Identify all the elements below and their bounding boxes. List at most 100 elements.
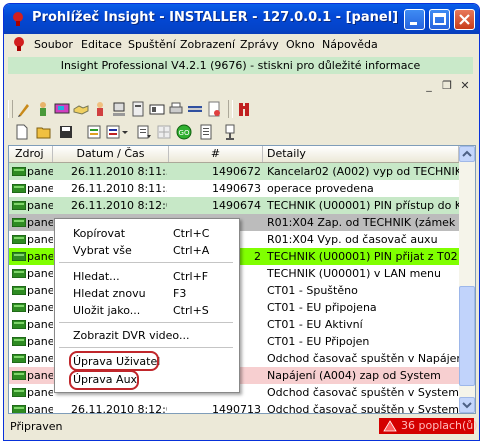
- menu-bar: Soubor Editace Spuštění Zobrazení Zprávy…: [4, 34, 479, 55]
- user-icon[interactable]: [35, 101, 51, 117]
- list-green-icon[interactable]: [86, 124, 102, 140]
- table-header: Zdroj Datum / Čas # Detaily: [9, 146, 459, 163]
- maximize-icon: [433, 13, 446, 25]
- cell-source: pane: [27, 267, 53, 280]
- cell-source: pane: [27, 386, 53, 399]
- page-icon[interactable]: [198, 124, 214, 140]
- panel-icon: [12, 235, 26, 244]
- info-bar[interactable]: Insight Professional V4.2.1 (9676) - sti…: [8, 57, 473, 74]
- cell-source: pane: [27, 318, 53, 331]
- cell-details: TECHNIK (U00001) v LAN menu: [267, 267, 441, 280]
- status-bar: Připraven 36 poplach(ů): [4, 416, 479, 436]
- cell-source: pane: [27, 352, 53, 365]
- scroll-up-button[interactable]: [459, 146, 475, 162]
- pen-icon[interactable]: [16, 101, 32, 117]
- close-button[interactable]: [454, 9, 475, 30]
- gate-icon[interactable]: [237, 101, 253, 117]
- printer-icon[interactable]: [168, 101, 184, 117]
- menu-spusteni[interactable]: Spuštění: [128, 38, 176, 51]
- cell-source: pane: [27, 301, 53, 314]
- chevron-down-icon: [462, 402, 472, 409]
- grid-gray-icon[interactable]: [156, 124, 172, 140]
- cell-source: pane: [27, 335, 53, 348]
- cell-source: pane: [27, 284, 53, 297]
- toolbar-main: [8, 97, 298, 121]
- cell-details: R01:X04 Vyp. od časovač auxu: [267, 233, 438, 246]
- cell-details: CT01 - EU Aktivní: [267, 318, 363, 331]
- ctx-select-all[interactable]: Vybrat vše: [73, 244, 132, 257]
- panel-icon: [12, 184, 26, 193]
- computer-icon[interactable]: [111, 101, 127, 117]
- document-icon[interactable]: [206, 101, 222, 117]
- monitor-icon[interactable]: [54, 101, 70, 117]
- scroll-thumb[interactable]: [459, 286, 475, 386]
- ctx-save-as[interactable]: Uložit jako...: [73, 304, 140, 317]
- menu-zobrazeni[interactable]: Zobrazení: [180, 38, 235, 51]
- ctx-save-as-shortcut: Ctrl+S: [173, 304, 209, 317]
- svg-text:GO: GO: [179, 129, 190, 137]
- menu-app-icon[interactable]: [12, 37, 26, 51]
- panel-icon: [12, 167, 26, 176]
- ctx-show-dvr[interactable]: Zobrazit DVR video...: [73, 329, 189, 342]
- menu-editace[interactable]: Editace: [81, 38, 122, 51]
- printer-door-icon[interactable]: [130, 101, 146, 117]
- cell-number: 1490674: [212, 199, 261, 212]
- panel-icon: [12, 388, 26, 397]
- cell-details: Kancelar02 (A002) vyp od TECHNIK: [267, 165, 459, 178]
- col-number[interactable]: #: [169, 146, 263, 162]
- cell-details: Odchod časovač spuštěn v System (A00: [267, 386, 459, 399]
- title-bar[interactable]: Prohlížeč Insight - INSTALLER - 127.0.0.…: [4, 4, 479, 34]
- list-dropdown-icon[interactable]: [106, 124, 130, 140]
- panel-icon: [12, 320, 26, 329]
- toolbar-grip[interactable]: [8, 100, 13, 118]
- restore-child-icon[interactable]: ❐: [439, 79, 455, 93]
- cell-details: TECHNIK (U00001) PIN přístup do Kanc0: [267, 199, 459, 212]
- alarm-indicator[interactable]: 36 poplach(ů): [379, 418, 478, 434]
- new-file-icon[interactable]: [14, 124, 30, 140]
- panel-icon: [12, 218, 26, 227]
- open-folder-icon[interactable]: [36, 124, 52, 140]
- toolbar-separator: [228, 100, 233, 118]
- scroll-down-button[interactable]: [459, 397, 475, 413]
- table-row[interactable]: panel 26.11.2010 8:11:59 1490673 operace pr…: [9, 180, 459, 197]
- id-card-icon[interactable]: [149, 101, 165, 117]
- menu-soubor[interactable]: Soubor: [34, 38, 73, 51]
- highlight-edit-user: [69, 351, 159, 371]
- cell-details: CT01 - EU připojena: [267, 301, 377, 314]
- go-icon[interactable]: GO: [176, 124, 192, 140]
- table-row[interactable]: panel 26.11.2010 8:12:03 1490674 TECHNIK (U…: [9, 197, 459, 214]
- close-child-icon[interactable]: ✕: [457, 79, 473, 93]
- ctx-find-again-shortcut: F3: [173, 287, 187, 300]
- save-icon[interactable]: [58, 124, 74, 140]
- maximize-button[interactable]: [429, 9, 450, 30]
- menu-napoveda[interactable]: Nápověda: [322, 38, 378, 51]
- minimize-child-icon[interactable]: _: [421, 79, 437, 93]
- cell-datetime: 26.11.2010 8:12:05: [71, 403, 167, 414]
- context-menu: Kopírovat Ctrl+C Vybrat vše Ctrl+A Hleda…: [54, 218, 240, 393]
- ctx-separator: [59, 347, 233, 348]
- minimize-button[interactable]: [404, 9, 425, 30]
- col-zdroj[interactable]: Zdroj: [9, 146, 53, 162]
- cell-source: pane: [27, 369, 53, 382]
- info-text: Insight Professional V4.2.1 (9676) - sti…: [60, 59, 421, 72]
- ctx-find-again[interactable]: Hledat znovu: [73, 287, 146, 300]
- cell-source: pane: [27, 216, 53, 229]
- cell-details: Odchod časovač spuštěn v System (A00: [267, 403, 459, 414]
- menu-okno[interactable]: Okno: [286, 38, 315, 51]
- vertical-scrollbar[interactable]: [459, 146, 475, 413]
- handshake-icon[interactable]: [73, 101, 89, 117]
- col-detaily[interactable]: Detaily: [263, 146, 459, 162]
- table-row[interactable]: panel 26.11.2010 8:11:59 1490672 Kancelar02…: [9, 163, 459, 180]
- menu-zpravy[interactable]: Zprávy: [240, 38, 279, 51]
- col-datum[interactable]: Datum / Čas: [53, 146, 169, 162]
- cell-source: pane: [27, 233, 53, 246]
- person-key-icon[interactable]: [92, 101, 108, 117]
- card-reader-icon[interactable]: [187, 101, 203, 117]
- ctx-find[interactable]: Hledat...: [73, 270, 120, 283]
- export-icon[interactable]: [136, 124, 152, 140]
- panel-icon: [12, 405, 26, 413]
- table-row[interactable]: panel 26.11.2010 8:12:05 1490713 Odchod čas…: [9, 401, 459, 414]
- ctx-copy[interactable]: Kopírovat: [73, 227, 125, 240]
- stand-icon[interactable]: [222, 124, 238, 140]
- cell-number: 1490672: [212, 165, 261, 178]
